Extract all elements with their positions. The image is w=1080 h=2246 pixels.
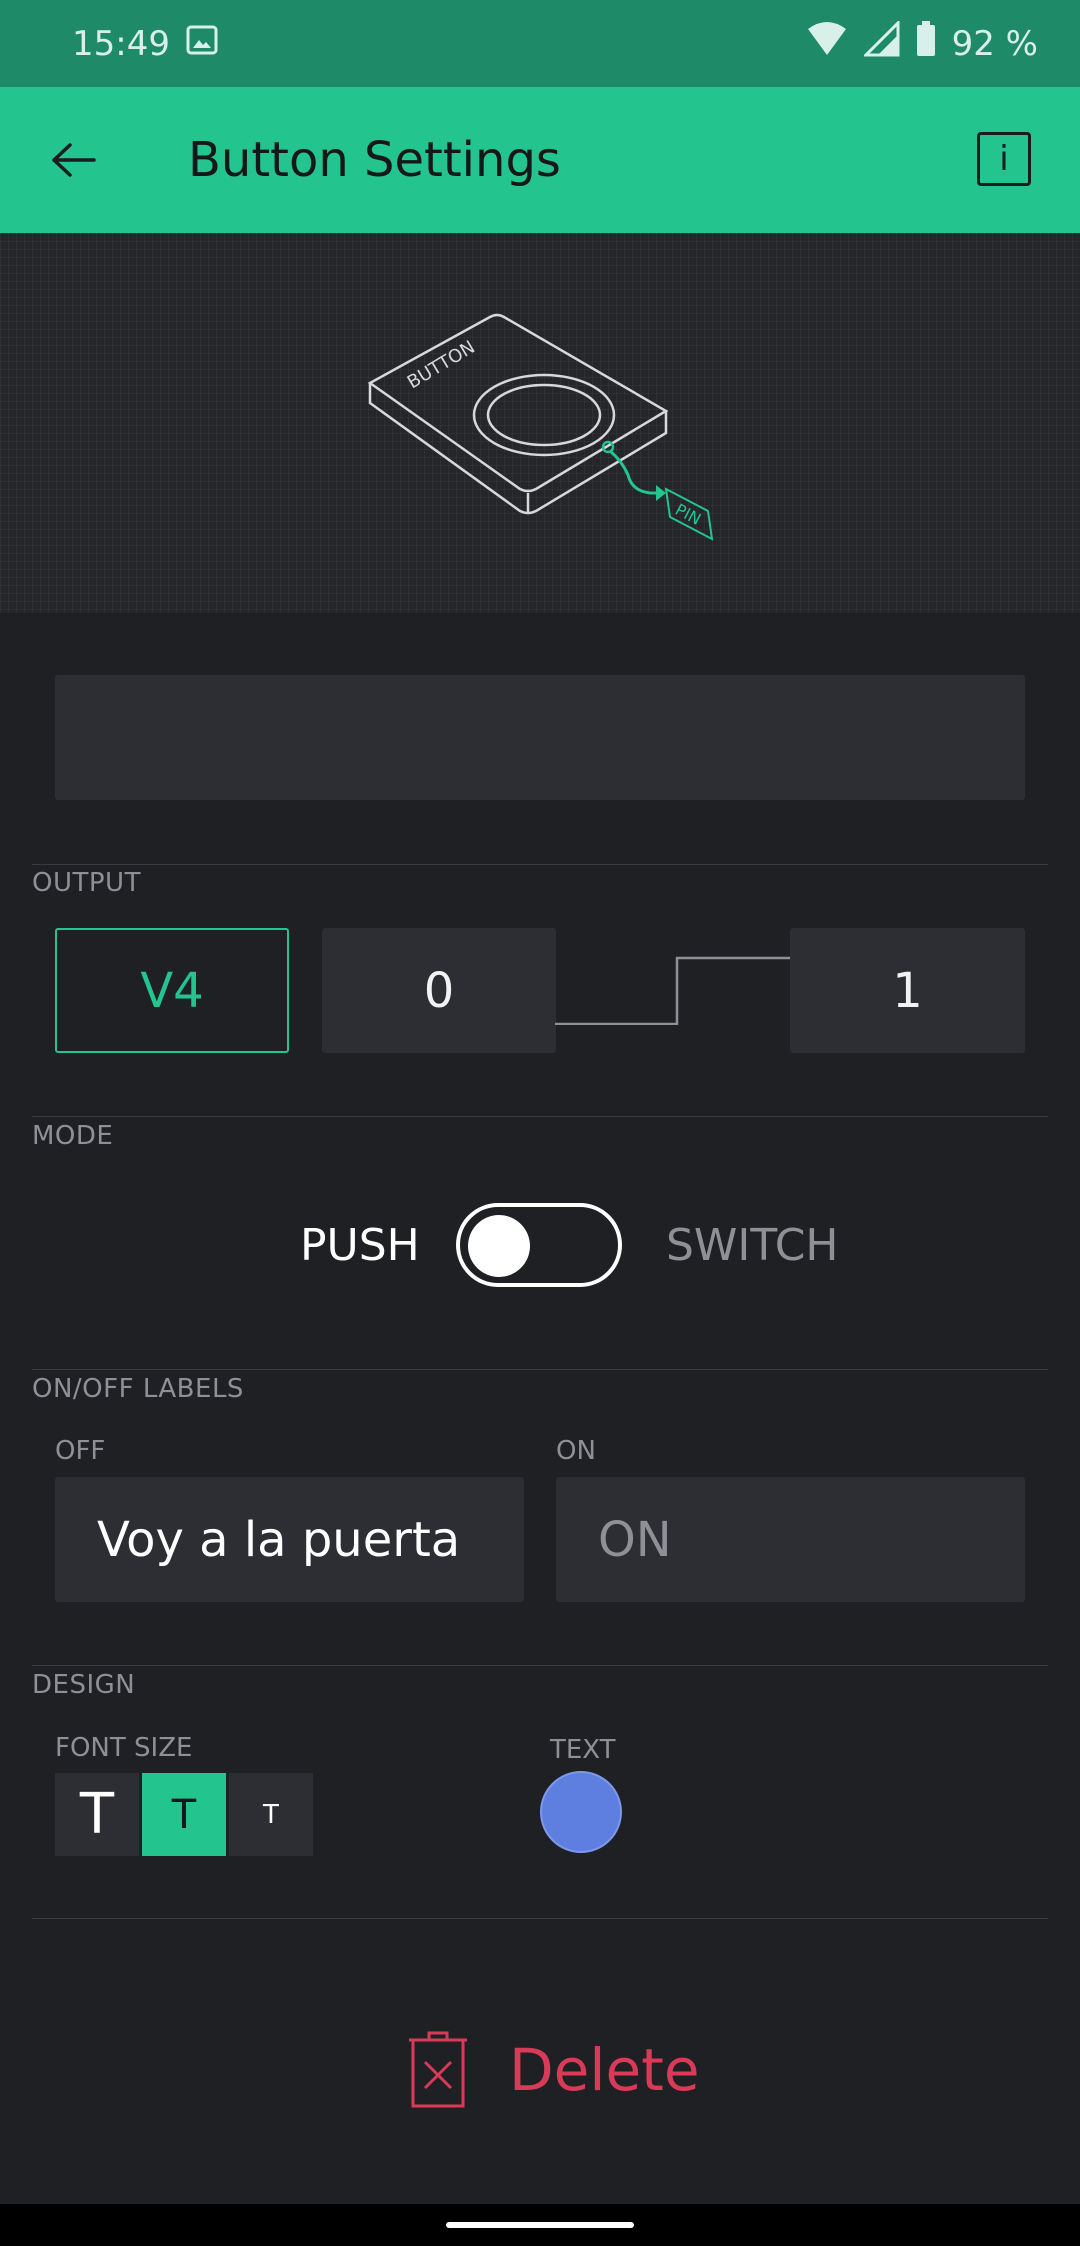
delete-button[interactable]: Delete <box>405 2010 700 2130</box>
status-bar: 15:49 92 % <box>0 0 1080 87</box>
off-label-caption: OFF <box>55 1436 106 1466</box>
mode-toggle-row: PUSH SWITCH <box>0 1200 1080 1290</box>
on-label-caption: ON <box>556 1436 596 1466</box>
page-title: Button Settings <box>188 132 561 188</box>
battery-icon <box>916 21 936 66</box>
pin-label: PIN <box>672 500 704 529</box>
output-range-wave-graphic <box>555 956 791 1025</box>
widget-name-input[interactable] <box>55 675 1025 800</box>
divider <box>32 1116 1048 1117</box>
labels-section-label: ON/OFF LABELS <box>32 1374 244 1404</box>
font-size-medium-button[interactable]: T <box>142 1773 226 1856</box>
arrow-left-icon <box>52 143 96 177</box>
divider <box>32 864 1048 865</box>
battery-percent: 92 % <box>951 23 1038 64</box>
mode-section-label: MODE <box>32 1121 114 1151</box>
back-button[interactable] <box>40 127 106 193</box>
toggle-knob <box>468 1215 530 1277</box>
output-low-value-input[interactable]: 0 <box>322 928 556 1053</box>
divider <box>32 1665 1048 1666</box>
mode-switch-label[interactable]: SWITCH <box>666 1200 839 1290</box>
pin-select-button[interactable]: V4 <box>55 928 289 1053</box>
trash-icon <box>409 2031 467 2108</box>
button-device-illustration: BUTTON PIN <box>367 313 714 541</box>
text-color-caption: TEXT <box>550 1735 616 1765</box>
output-high-value-input[interactable]: 1 <box>790 928 1025 1053</box>
design-section-label: DESIGN <box>32 1670 136 1700</box>
font-size-selector: T T T <box>55 1773 313 1856</box>
app-bar: Button Settings i <box>0 87 1080 233</box>
status-bar-left: 15:49 <box>72 24 218 64</box>
font-size-caption: FONT SIZE <box>55 1733 193 1763</box>
widget-preview: BUTTON PIN <box>0 233 1080 613</box>
image-icon <box>186 24 218 64</box>
info-button[interactable]: i <box>977 132 1031 186</box>
info-icon: i <box>999 139 1009 179</box>
off-label-input[interactable]: Voy a la puerta <box>55 1477 524 1602</box>
home-gesture-handle[interactable] <box>446 2222 634 2228</box>
output-section-label: OUTPUT <box>32 868 141 898</box>
divider <box>32 1918 1048 1919</box>
mode-toggle-switch[interactable] <box>456 1203 622 1287</box>
divider <box>32 1369 1048 1370</box>
signal-icon <box>861 19 900 66</box>
status-bar-right: 92 % <box>806 19 1038 66</box>
mode-push-label[interactable]: PUSH <box>300 1200 420 1290</box>
on-label-input[interactable]: ON <box>556 1477 1025 1602</box>
system-nav-bar <box>0 2204 1080 2246</box>
wifi-icon <box>806 21 848 66</box>
font-size-large-button[interactable]: T <box>55 1773 139 1856</box>
status-time: 15:49 <box>72 23 170 64</box>
delete-label: Delete <box>509 2036 700 2104</box>
font-size-small-button[interactable]: T <box>229 1773 313 1856</box>
text-color-swatch[interactable] <box>540 1771 622 1853</box>
